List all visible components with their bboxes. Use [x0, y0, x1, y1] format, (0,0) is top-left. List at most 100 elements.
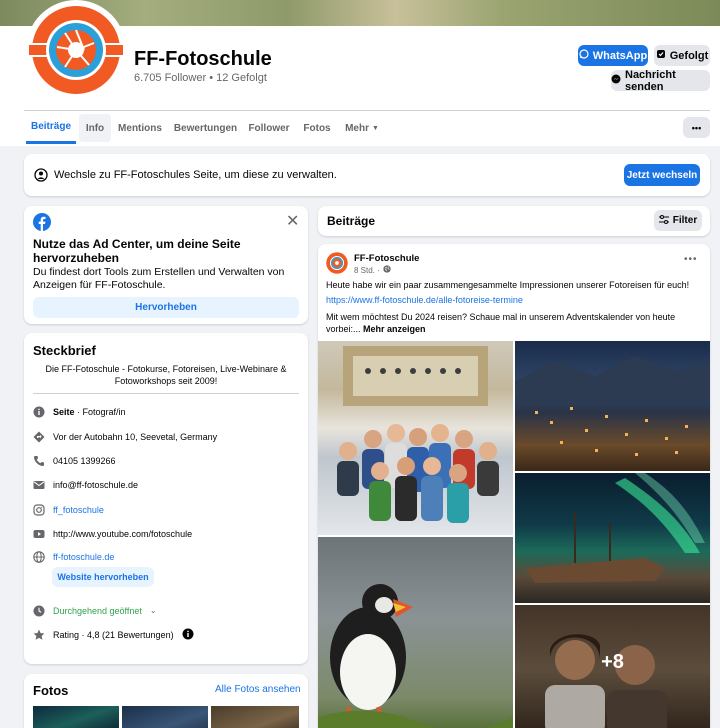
following-icon: [656, 49, 666, 62]
photo-thumbnail[interactable]: [122, 706, 208, 728]
filter-button[interactable]: Filter: [654, 210, 702, 231]
ad-center-card: ✕ Nutze das Ad Center, um deine Seite he…: [24, 206, 308, 324]
more-options-button[interactable]: •••: [683, 117, 710, 138]
steckbrief-intro: Die FF-Fotoschule - Fotokurse, Fotoreise…: [45, 364, 287, 386]
tabs-divider: [24, 110, 710, 111]
photo-thumbnail[interactable]: [33, 706, 119, 728]
whatsapp-label: WhatsApp: [592, 49, 648, 62]
aurora-illustration: [525, 473, 705, 583]
address-row: Vor der Autobahn 10, Seevetal, Germany: [32, 430, 217, 443]
tab-info[interactable]: Info: [79, 114, 111, 142]
more-photos-count: +8: [601, 651, 624, 673]
youtube-icon: [32, 527, 45, 540]
whatsapp-icon: [579, 49, 589, 62]
whatsapp-button[interactable]: WhatsApp: [578, 45, 648, 66]
youtube-row[interactable]: http://www.youtube.com/fotoschule: [32, 527, 192, 540]
info-icon: [32, 405, 45, 418]
rating-text: Rating · 4,8 (21 Bewertungen): [53, 630, 174, 640]
chevron-down-icon: ⌄: [149, 606, 157, 615]
tab-mehr-label: Mehr: [345, 122, 369, 134]
post-photo-puffin[interactable]: [318, 537, 513, 728]
info-icon[interactable]: [182, 628, 194, 642]
steckbrief-divider: [33, 393, 299, 394]
post-photo-couple[interactable]: +8: [515, 605, 710, 728]
category-row: Seite · Fotograf/in: [32, 405, 126, 418]
photos-title: Fotos: [33, 683, 69, 698]
hours-row[interactable]: Durchgehend geöffnet ⌄: [32, 604, 157, 617]
filter-label: Filter: [672, 215, 698, 226]
post-author[interactable]: FF-Fotoschule: [354, 253, 419, 264]
tab-mehr[interactable]: Mehr ▼: [341, 112, 383, 144]
hours-text: Durchgehend geöffnet: [53, 605, 142, 616]
photos-card: Fotos Alle Fotos ansehen: [24, 674, 308, 728]
post-link[interactable]: https://www.ff-fotoschule.de/alle-fotore…: [326, 295, 523, 305]
post-photo-town-night[interactable]: [515, 341, 710, 471]
rating-row: Rating · 4,8 (21 Bewertungen): [32, 628, 194, 642]
see-more-link[interactable]: Mehr anzeigen: [363, 324, 426, 334]
website-row[interactable]: ff-fotoschule.de: [32, 550, 114, 563]
instagram-row[interactable]: ff_fotoschule: [32, 503, 104, 516]
globe-icon: [383, 265, 391, 275]
group-photo-illustration: [337, 346, 499, 523]
post-photo-aurora-boat[interactable]: [515, 473, 710, 603]
page-title: FF-Fotoschule: [134, 48, 272, 70]
following-label: Gefolgt: [669, 49, 709, 62]
ff-fotoschule-logo: [326, 252, 348, 274]
tab-bewertungen[interactable]: Bewertungen: [172, 112, 239, 144]
star-icon: [32, 629, 45, 642]
post-author-avatar[interactable]: [326, 252, 348, 274]
category-label: Seite: [53, 406, 75, 417]
phone-text: 04105 1399266: [53, 455, 116, 466]
steckbrief-title: Steckbrief: [33, 343, 96, 358]
category-value: · Fotograf/in: [74, 406, 126, 417]
post-text-line2: Mit wem möchtest Du 2024 reisen? Schaue …: [326, 311, 696, 335]
town-night-illustration: [515, 356, 710, 456]
ff-fotoschule-logo: [29, 6, 123, 94]
post-photo-group[interactable]: [318, 341, 513, 535]
tab-fotos[interactable]: Fotos: [300, 112, 334, 144]
tab-beitraege[interactable]: Beiträge: [26, 112, 76, 144]
clock-icon: [32, 604, 45, 617]
posts-title: Beiträge: [327, 214, 376, 228]
post-options-icon[interactable]: •••: [684, 254, 698, 265]
post-time[interactable]: 8 Std. ·: [354, 266, 380, 275]
switch-now-button[interactable]: Jetzt wechseln: [624, 164, 700, 186]
instagram-link[interactable]: ff_fotoschule: [53, 505, 104, 515]
tab-mentions[interactable]: Mentions: [116, 112, 164, 144]
all-photos-link[interactable]: Alle Fotos ansehen: [215, 684, 301, 695]
website-link[interactable]: ff-fotoschule.de: [53, 552, 114, 562]
facebook-icon: [33, 213, 51, 234]
globe-icon: [32, 550, 45, 563]
puffin-illustration: [318, 584, 513, 728]
switch-page-banner: Wechsle zu FF-Fotoschules Seite, um dies…: [24, 154, 710, 196]
post-text-line1: Heute habe wir ein paar zusammengesammel…: [326, 280, 690, 290]
location-icon: [32, 430, 45, 443]
ad-center-text: Du findest dort Tools zum Erstellen und …: [33, 266, 285, 291]
phone-row: 04105 1399266: [32, 454, 116, 467]
ad-center-title: Nutze das Ad Center, um deine Seite herv…: [33, 237, 241, 265]
instagram-icon: [32, 503, 45, 516]
post-meta: 8 Std. ·: [354, 265, 391, 275]
send-message-button[interactable]: Nachricht senden: [611, 68, 710, 93]
profile-picture[interactable]: [26, 0, 126, 100]
chevron-down-icon: ▼: [371, 124, 379, 132]
messenger-icon: [611, 74, 621, 87]
photo-thumbnail[interactable]: [211, 706, 299, 728]
email-icon: [32, 478, 45, 491]
promote-website-button[interactable]: Website hervorheben: [52, 567, 154, 587]
address-text: Vor der Autobahn 10, Seevetal, Germany: [53, 431, 218, 442]
boost-button[interactable]: Hervorheben: [33, 297, 299, 318]
phone-icon: [32, 454, 45, 467]
email-text: info@ff-fotoschule.de: [53, 479, 139, 490]
tab-follower[interactable]: Follower: [246, 112, 292, 144]
youtube-link[interactable]: http://www.youtube.com/fotoschule: [53, 529, 192, 539]
send-message-label: Nachricht senden: [625, 68, 676, 93]
close-icon[interactable]: ✕: [286, 214, 299, 230]
posts-header-card: Beiträge Filter: [318, 206, 710, 236]
post-card: FF-Fotoschule 8 Std. · ••• Heute habe wi…: [318, 244, 710, 728]
filter-icon: [658, 214, 669, 227]
profile-switch-icon: [34, 168, 48, 185]
following-button[interactable]: Gefolgt: [654, 45, 710, 66]
follower-stats[interactable]: 6.705 Follower • 12 Gefolgt: [134, 72, 267, 84]
switch-banner-text: Wechsle zu FF-Fotoschules Seite, um dies…: [54, 169, 337, 181]
